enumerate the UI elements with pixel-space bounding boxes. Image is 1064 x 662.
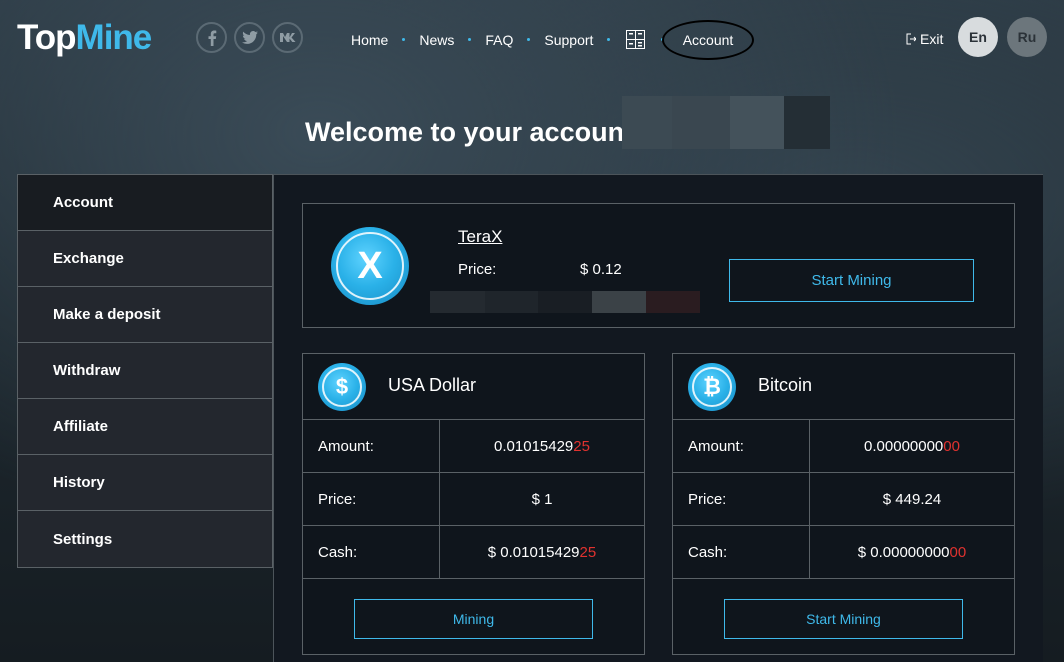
nav-separator — [527, 38, 531, 41]
exit-button[interactable]: Exit — [906, 31, 943, 47]
btc-amount-label: Amount: — [673, 420, 810, 472]
usd-price-label: Price: — [303, 473, 440, 525]
usd-amount-label: Amount: — [303, 420, 440, 472]
logo-top-text: Top — [17, 18, 77, 57]
nav-home[interactable]: Home — [351, 32, 388, 48]
usd-price-value: $ 1 — [531, 490, 553, 508]
table-row: Amount: 0.01015429 25 — [303, 420, 644, 473]
sidebar-item-account[interactable]: Account — [18, 175, 272, 231]
btc-price-label: Price: — [673, 473, 810, 525]
calculator-icon[interactable] — [626, 30, 646, 49]
sidebar-item-affiliate[interactable]: Affiliate — [18, 399, 272, 455]
dollar-coin-icon: $ — [318, 363, 366, 411]
nav-account-label: Account — [682, 32, 734, 48]
sidebar-item-exchange[interactable]: Exchange — [18, 231, 272, 287]
btc-amount-value: 0.00000000 00 — [864, 437, 960, 455]
btc-start-mining-button[interactable]: Start Mining — [724, 599, 963, 639]
page-title: Welcome to your account , — [305, 117, 649, 147]
nav-separator — [468, 38, 472, 41]
usd-cash-value: $ 0.01015429 25 — [487, 543, 597, 561]
nav-faq[interactable]: FAQ — [485, 32, 513, 48]
nav-news[interactable]: News — [419, 32, 454, 48]
usd-amount-value: 0.01015429 25 — [494, 437, 590, 455]
social-links — [196, 22, 303, 53]
terax-start-mining-button[interactable]: Start Mining — [729, 259, 974, 302]
main-nav: Home News FAQ Support — [351, 30, 678, 49]
btc-wallet-card: ₿ Bitcoin Amount: 0.00000000 00 Price: $ … — [672, 353, 1015, 655]
terax-card: X TeraX Price: $ 0.12 Start Mining — [302, 203, 1015, 328]
usd-mining-button[interactable]: Mining — [354, 599, 593, 639]
usd-wallet-title: USA Dollar — [388, 375, 477, 395]
sidebar-item-withdraw[interactable]: Withdraw — [18, 343, 272, 399]
terax-price-label: Price: — [458, 261, 497, 278]
logo-mine-text: Mine — [75, 18, 153, 57]
usd-wallet-card: $ USA Dollar Amount: 0.01015429 25 Price:… — [302, 353, 645, 655]
nav-account[interactable]: Account — [662, 20, 754, 60]
btc-wallet-title: Bitcoin — [758, 375, 813, 395]
btc-cash-value: $ 0.00000000 00 — [857, 543, 967, 561]
redacted-username — [622, 96, 830, 149]
table-row: Cash: $ 0.01015429 25 — [303, 526, 644, 579]
nav-support[interactable]: Support — [544, 32, 593, 48]
btc-wallet-footer: Start Mining — [673, 579, 1014, 656]
sidebar-item-settings[interactable]: Settings — [18, 511, 272, 567]
language-en-button[interactable]: En — [958, 17, 998, 57]
twitter-icon[interactable] — [234, 22, 265, 53]
redacted-terax-info — [430, 291, 700, 313]
btc-price-value: $ 449.24 — [882, 490, 942, 508]
vk-icon[interactable] — [272, 22, 303, 53]
topmine-logo[interactable]: TopMine — [17, 18, 153, 58]
btc-cash-label: Cash: — [673, 526, 810, 578]
exit-icon — [906, 33, 916, 45]
nav-separator — [402, 38, 406, 41]
facebook-icon[interactable] — [196, 22, 227, 53]
table-row: Amount: 0.00000000 00 — [673, 420, 1014, 473]
table-row: Cash: $ 0.00000000 00 — [673, 526, 1014, 579]
table-row: Price: $ 1 — [303, 473, 644, 526]
usd-wallet-footer: Mining — [303, 579, 644, 656]
account-sidebar: Account Exchange Make a deposit Withdraw… — [17, 174, 273, 568]
account-main-panel: X TeraX Price: $ 0.12 Start Mining $ USA… — [273, 174, 1043, 662]
terax-coin-icon: X — [331, 227, 409, 305]
bitcoin-coin-icon: ₿ — [688, 363, 736, 411]
language-ru-button[interactable]: Ru — [1007, 17, 1047, 57]
terax-price-value: $ 0.12 — [580, 261, 622, 278]
table-row: Price: $ 449.24 — [673, 473, 1014, 526]
sidebar-item-make-deposit[interactable]: Make a deposit — [18, 287, 272, 343]
nav-separator — [607, 38, 611, 41]
usd-wallet-header: $ USA Dollar — [303, 354, 644, 420]
exit-label: Exit — [920, 31, 944, 47]
usd-cash-label: Cash: — [303, 526, 440, 578]
terax-name-link[interactable]: TeraX — [458, 227, 502, 247]
btc-wallet-header: ₿ Bitcoin — [673, 354, 1014, 420]
sidebar-item-history[interactable]: History — [18, 455, 272, 511]
